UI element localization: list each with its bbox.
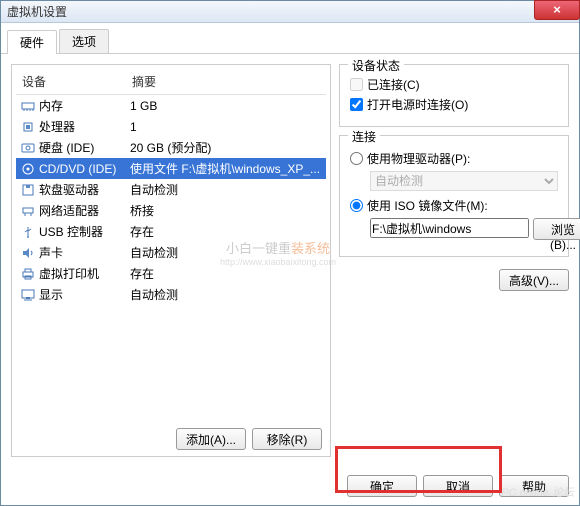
tab-options[interactable]: 选项 bbox=[59, 29, 109, 53]
device-status-group: 设备状态 已连接(C) 打开电源时连接(O) bbox=[339, 64, 569, 127]
connected-checkbox-row[interactable]: 已连接(C) bbox=[350, 76, 558, 93]
dialog-footer: 确定 取消 帮助 bbox=[1, 467, 579, 505]
device-summary: 1 GB bbox=[130, 99, 322, 113]
mem-icon bbox=[20, 99, 36, 113]
device-panel: 设备 摘要 内存 1 GB 处理器 1 硬盘 (IDE) 20 GB (预分配) CD/DV… bbox=[11, 64, 331, 457]
device-list-header: 设备 摘要 bbox=[16, 69, 326, 95]
device-name: 声卡 bbox=[39, 244, 63, 261]
close-button[interactable]: × bbox=[534, 0, 580, 20]
hdd-icon bbox=[20, 141, 36, 155]
display-icon bbox=[20, 288, 36, 302]
device-list[interactable]: 内存 1 GB 处理器 1 硬盘 (IDE) 20 GB (预分配) CD/DVD (IDE… bbox=[16, 95, 326, 422]
iso-radio-row[interactable]: 使用 ISO 镜像文件(M): bbox=[350, 197, 558, 214]
browse-button[interactable]: 浏览(B)... bbox=[533, 218, 580, 240]
iso-file-row: 浏览(B)... bbox=[370, 218, 558, 240]
device-summary: 20 GB (预分配) bbox=[130, 139, 322, 156]
device-summary: 桥接 bbox=[130, 202, 322, 219]
add-button[interactable]: 添加(A)... bbox=[176, 428, 246, 450]
header-summary: 摘要 bbox=[132, 73, 320, 90]
device-row[interactable]: CD/DVD (IDE) 使用文件 F:\虚拟机\windows_XP_... bbox=[16, 158, 326, 179]
dialog-body: 设备 摘要 内存 1 GB 处理器 1 硬盘 (IDE) 20 GB (预分配) CD/DV… bbox=[1, 54, 579, 467]
poweron-label: 打开电源时连接(O) bbox=[367, 96, 468, 113]
physical-label: 使用物理驱动器(P): bbox=[367, 150, 470, 167]
help-button[interactable]: 帮助 bbox=[499, 475, 569, 497]
sound-icon bbox=[20, 246, 36, 260]
poweron-checkbox[interactable] bbox=[350, 98, 363, 111]
cd-icon bbox=[20, 162, 36, 176]
device-row[interactable]: 声卡 自动检测 bbox=[16, 242, 326, 263]
usb-icon bbox=[20, 225, 36, 239]
device-summary: 自动检测 bbox=[130, 244, 322, 261]
connected-label: 已连接(C) bbox=[367, 76, 420, 93]
connection-group: 连接 使用物理驱动器(P): 自动检测 使用 ISO 镜像文件(M): 浏览 bbox=[339, 135, 569, 257]
device-summary: 存在 bbox=[130, 223, 322, 240]
device-name: 虚拟打印机 bbox=[39, 265, 99, 282]
iso-label: 使用 ISO 镜像文件(M): bbox=[367, 197, 488, 214]
device-row[interactable]: 显示 自动检测 bbox=[16, 284, 326, 305]
device-name: 网络适配器 bbox=[39, 202, 99, 219]
physical-drive-select[interactable]: 自动检测 bbox=[370, 171, 558, 191]
device-summary: 存在 bbox=[130, 265, 322, 282]
tab-bar: 硬件 选项 bbox=[1, 23, 579, 54]
properties-panel: 设备状态 已连接(C) 打开电源时连接(O) 连接 使用物理驱动器(P): bbox=[339, 64, 569, 457]
device-row[interactable]: 处理器 1 bbox=[16, 116, 326, 137]
floppy-icon bbox=[20, 183, 36, 197]
device-row[interactable]: 硬盘 (IDE) 20 GB (预分配) bbox=[16, 137, 326, 158]
device-name: USB 控制器 bbox=[39, 223, 103, 240]
remove-button[interactable]: 移除(R) bbox=[252, 428, 322, 450]
advanced-row: 高级(V)... bbox=[339, 269, 569, 291]
connection-title: 连接 bbox=[348, 128, 380, 145]
header-device: 设备 bbox=[22, 73, 132, 90]
physical-radio-row[interactable]: 使用物理驱动器(P): bbox=[350, 150, 558, 167]
device-name: 处理器 bbox=[39, 118, 75, 135]
device-name: 硬盘 (IDE) bbox=[39, 139, 94, 156]
device-row[interactable]: USB 控制器 存在 bbox=[16, 221, 326, 242]
device-name: CD/DVD (IDE) bbox=[39, 162, 116, 176]
physical-drive-row: 自动检测 bbox=[370, 171, 558, 191]
ok-button[interactable]: 确定 bbox=[347, 475, 417, 497]
device-row[interactable]: 虚拟打印机 存在 bbox=[16, 263, 326, 284]
device-row[interactable]: 软盘驱动器 自动检测 bbox=[16, 179, 326, 200]
device-summary: 自动检测 bbox=[130, 286, 322, 303]
device-summary: 自动检测 bbox=[130, 181, 322, 198]
titlebar: 虚拟机设置 × bbox=[1, 1, 579, 23]
device-status-title: 设备状态 bbox=[348, 57, 404, 74]
net-icon bbox=[20, 204, 36, 218]
advanced-button[interactable]: 高级(V)... bbox=[499, 269, 569, 291]
cpu-icon bbox=[20, 120, 36, 134]
device-name: 内存 bbox=[39, 97, 63, 114]
device-name: 软盘驱动器 bbox=[39, 181, 99, 198]
device-row[interactable]: 网络适配器 桥接 bbox=[16, 200, 326, 221]
device-panel-footer: 添加(A)... 移除(R) bbox=[16, 422, 326, 452]
iso-path-input[interactable] bbox=[370, 218, 529, 238]
window-title: 虚拟机设置 bbox=[7, 3, 67, 20]
vm-settings-window: 虚拟机设置 × 硬件 选项 设备 摘要 内存 1 GB 处理器 1 硬盘 (IDE) 20… bbox=[0, 0, 580, 506]
physical-radio[interactable] bbox=[350, 152, 363, 165]
printer-icon bbox=[20, 267, 36, 281]
iso-radio[interactable] bbox=[350, 199, 363, 212]
device-summary: 1 bbox=[130, 120, 322, 134]
poweron-checkbox-row[interactable]: 打开电源时连接(O) bbox=[350, 96, 558, 113]
device-summary: 使用文件 F:\虚拟机\windows_XP_... bbox=[130, 160, 322, 177]
device-name: 显示 bbox=[39, 286, 63, 303]
cancel-button[interactable]: 取消 bbox=[423, 475, 493, 497]
connected-checkbox[interactable] bbox=[350, 78, 363, 91]
tab-hardware[interactable]: 硬件 bbox=[7, 30, 57, 54]
device-row[interactable]: 内存 1 GB bbox=[16, 95, 326, 116]
